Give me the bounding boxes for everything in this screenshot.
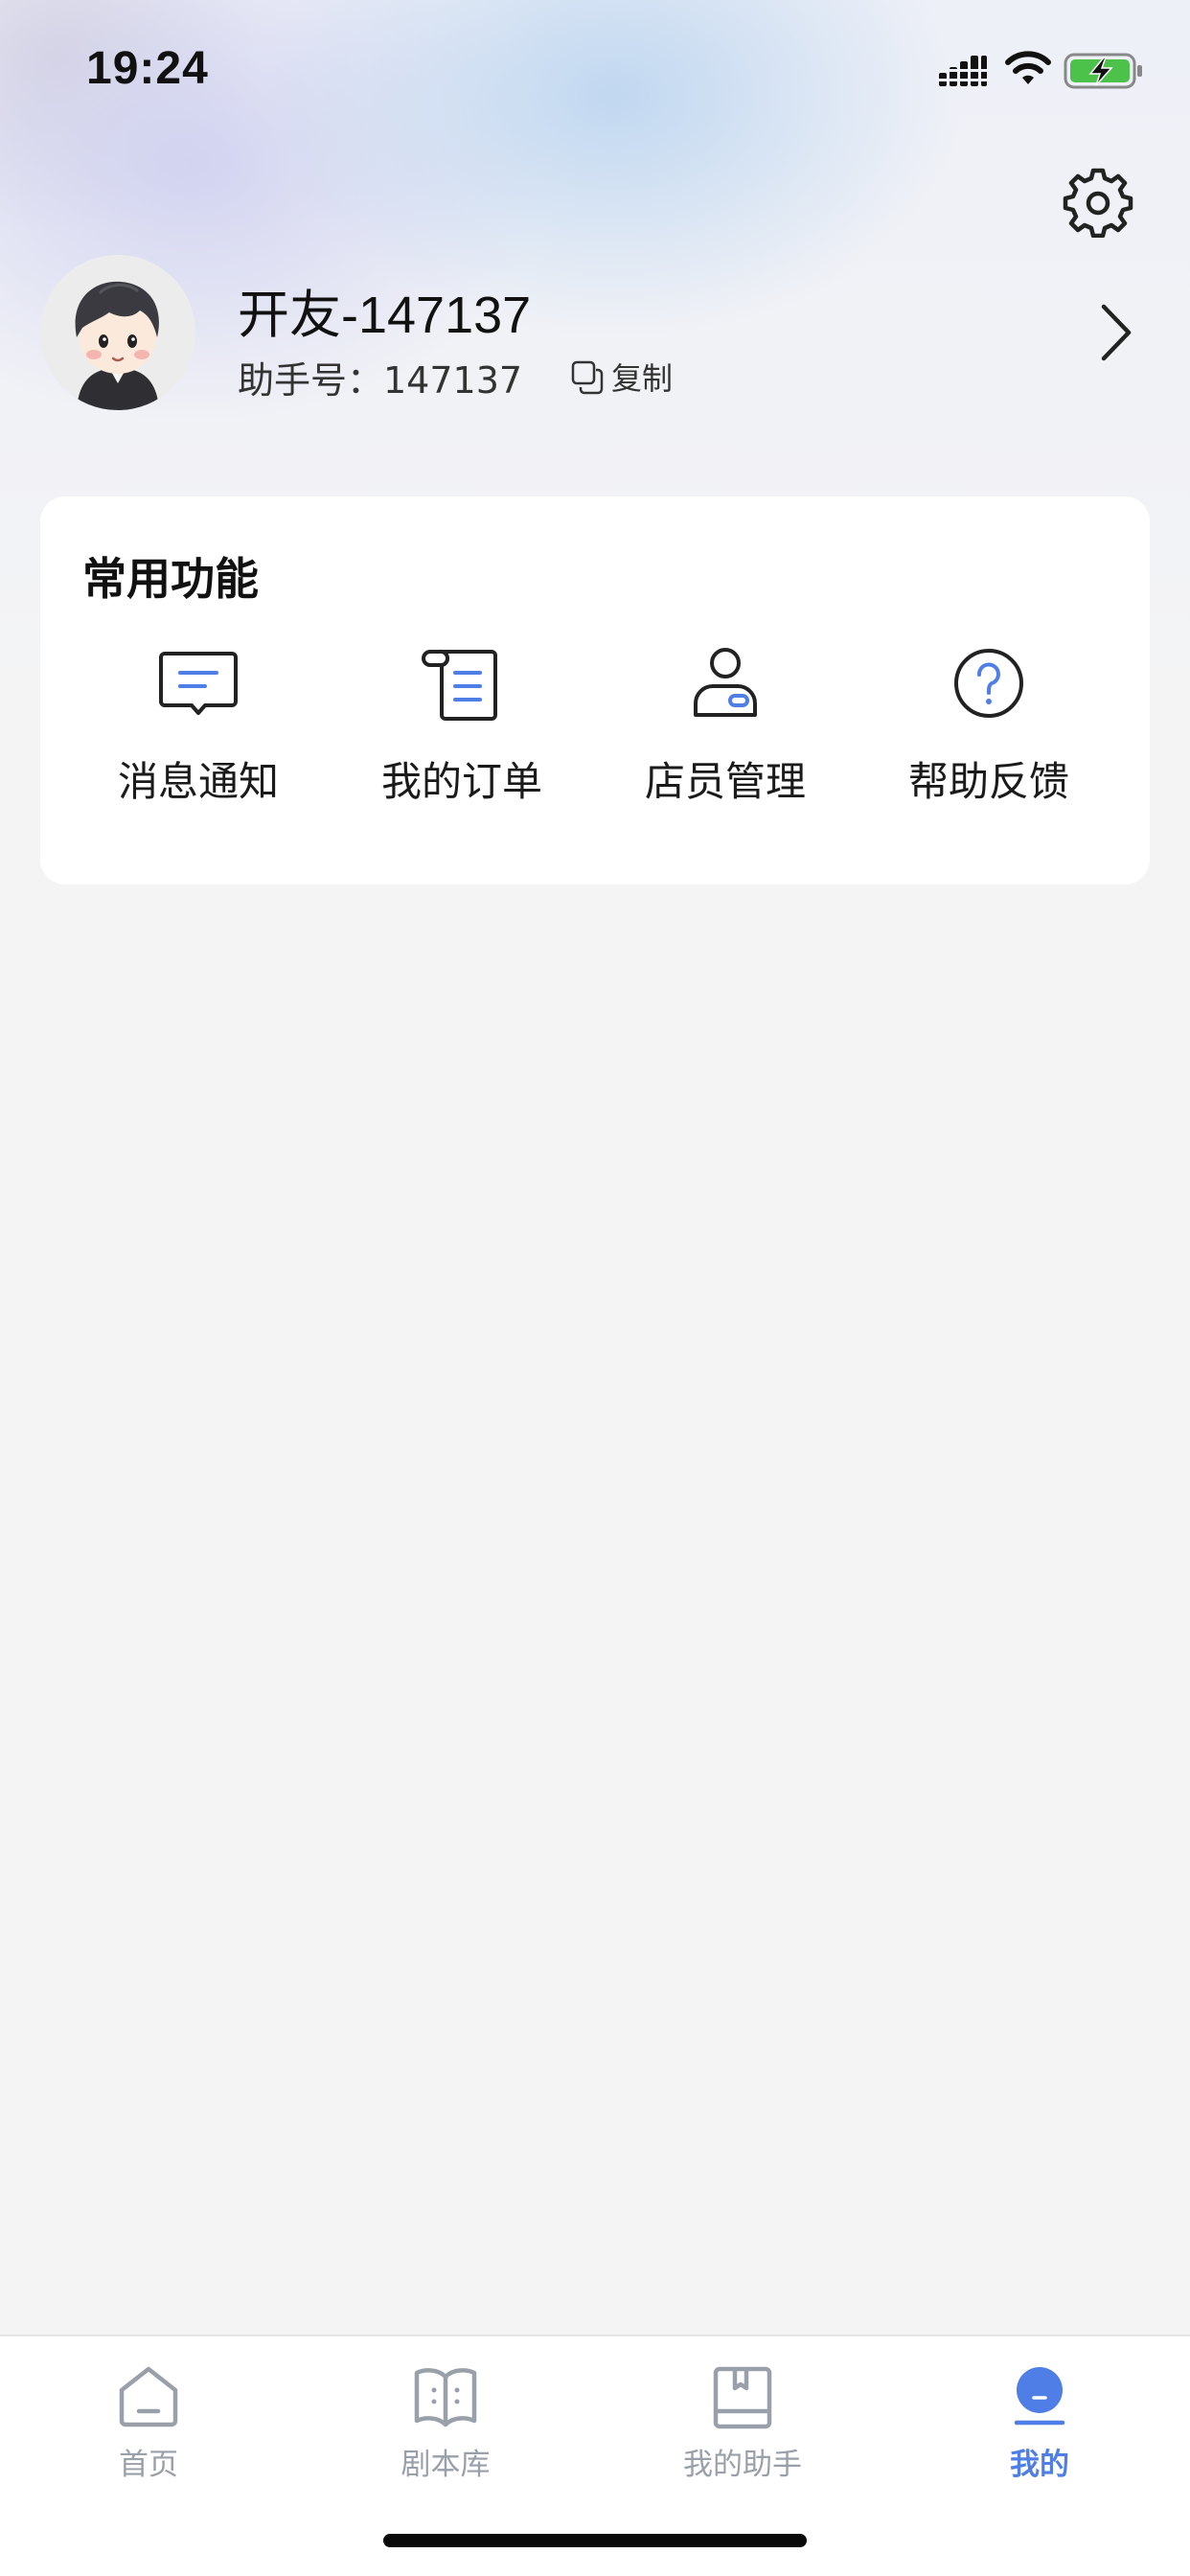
copy-icon [571,360,604,395]
cellular-signal-icon [939,56,987,86]
script-library-icon [414,2368,477,2427]
status-bar: 19:24 [0,0,1190,144]
copy-button[interactable]: 复制 [567,355,673,399]
tab-label: 剧本库 [400,2448,491,2482]
battery-charging-icon [1064,53,1142,89]
status-time: 19:24 [86,43,209,94]
tab-my-assistant[interactable]: 我的助手 [594,2361,891,2496]
function-label: 消息通知 [117,758,279,805]
tab-label: 首页 [119,2448,178,2482]
tab-home[interactable]: 首页 [0,2361,297,2496]
user-name: 开友-147137 [238,287,532,344]
assistant-id: 助手号：147137 [238,359,523,402]
assistant-icon [713,2366,772,2429]
function-label: 店员管理 [644,758,806,805]
profile-icon [1014,2367,1065,2426]
copy-label: 复制 [611,360,674,397]
chevron-right-icon[interactable] [1092,301,1140,364]
tab-label: 我的 [1010,2448,1069,2482]
home-indicator[interactable] [383,2534,807,2547]
help-feedback-button[interactable]: 帮助反馈 [855,640,1123,832]
avatar-illustration [40,255,195,410]
message-notification-button[interactable]: 消息通知 [64,640,332,832]
tab-script-library[interactable]: 剧本库 [297,2361,594,2496]
home-icon [119,2366,178,2427]
wifi-icon [1005,51,1051,84]
staff-management-button[interactable]: 店员管理 [591,640,859,832]
help-icon [954,649,1023,718]
function-label: 我的订单 [380,758,542,805]
card-title: 常用功能 [82,553,259,605]
avatar[interactable] [40,255,195,410]
common-functions-card: 常用功能 消息通知 我的订单 店员管理 帮助反馈 [40,496,1150,885]
settings-gear-icon[interactable] [1062,165,1134,238]
message-icon [159,652,238,715]
tab-label: 我的助手 [683,2448,802,2482]
function-label: 帮助反馈 [907,758,1069,805]
staff-icon [694,648,757,717]
order-icon [422,649,497,721]
tab-mine[interactable]: 我的 [891,2361,1188,2496]
my-orders-button[interactable]: 我的订单 [328,640,596,832]
